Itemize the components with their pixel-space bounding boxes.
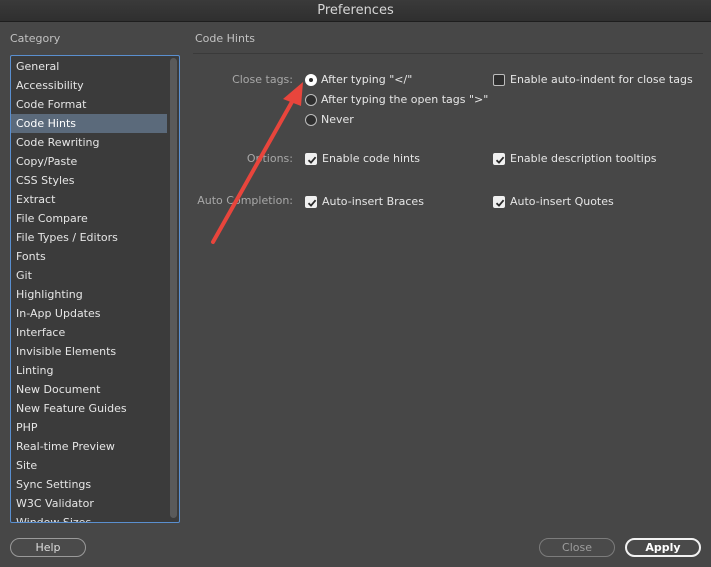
category-item-accessibility[interactable]: Accessibility — [11, 76, 167, 95]
category-heading: Category — [10, 32, 61, 45]
category-item-w3c-validator[interactable]: W3C Validator — [11, 494, 167, 513]
window-title: Preferences — [0, 0, 711, 22]
radio-label: After typing the open tags ">" — [321, 93, 489, 106]
category-item-file-types-editors[interactable]: File Types / Editors — [11, 228, 167, 247]
auto-indent-checkbox[interactable]: Enable auto-indent for close tags — [493, 73, 693, 86]
close-tags-label: Close tags: — [232, 73, 293, 86]
checkbox-label: Auto-insert Quotes — [510, 195, 614, 208]
radio-after-typing-open[interactable]: After typing the open tags ">" — [305, 93, 488, 106]
category-item-git[interactable]: Git — [11, 266, 167, 285]
checkbox-label: Auto-insert Braces — [322, 195, 424, 208]
category-item-invisible-elements[interactable]: Invisible Elements — [11, 342, 167, 361]
category-item-highlighting[interactable]: Highlighting — [11, 285, 167, 304]
category-item-site[interactable]: Site — [11, 456, 167, 475]
help-button[interactable]: Help — [10, 538, 86, 557]
auto-completion-label: Auto Completion: — [197, 194, 293, 207]
checkmark-icon[interactable] — [305, 152, 317, 165]
category-item-extract[interactable]: Extract — [11, 190, 167, 209]
category-item-new-feature-guides[interactable]: New Feature Guides — [11, 399, 167, 418]
radio-button[interactable] — [305, 113, 317, 126]
category-item-fonts[interactable]: Fonts — [11, 247, 167, 266]
description-tooltips-checkbox[interactable]: Enable description tooltips — [493, 152, 657, 165]
category-item-interface[interactable]: Interface — [11, 323, 167, 342]
radio-button[interactable] — [305, 93, 317, 106]
checkbox-label: Enable code hints — [322, 152, 421, 165]
category-scrollbar[interactable] — [170, 58, 177, 518]
radio-label: Never — [321, 113, 354, 126]
category-list[interactable]: General Accessibility Code Format Code H… — [10, 55, 180, 523]
checkmark-icon[interactable] — [493, 195, 505, 208]
category-item-real-time-preview[interactable]: Real-time Preview — [11, 437, 167, 456]
category-item-window-sizes[interactable]: Window Sizes — [11, 513, 167, 522]
options-label: Options: — [246, 152, 293, 165]
radio-label: After typing "</" — [321, 73, 413, 86]
header-divider — [193, 53, 703, 54]
category-item-general[interactable]: General — [11, 57, 167, 76]
category-item-sync-settings[interactable]: Sync Settings — [11, 475, 167, 494]
category-item-css-styles[interactable]: CSS Styles — [11, 171, 167, 190]
category-item-copy-paste[interactable]: Copy/Paste — [11, 152, 167, 171]
close-button[interactable]: Close — [539, 538, 615, 557]
category-item-in-app-updates[interactable]: In-App Updates — [11, 304, 167, 323]
category-item-new-document[interactable]: New Document — [11, 380, 167, 399]
category-item-php[interactable]: PHP — [11, 418, 167, 437]
section-heading: Code Hints — [195, 32, 256, 45]
category-item-linting[interactable]: Linting — [11, 361, 167, 380]
radio-never[interactable]: Never — [305, 113, 354, 126]
radio-after-typing-close[interactable]: After typing "</" — [305, 73, 412, 86]
radio-button-selected[interactable] — [305, 73, 317, 86]
category-item-code-rewriting[interactable]: Code Rewriting — [11, 133, 167, 152]
checkbox-label: Enable auto-indent for close tags — [510, 73, 693, 86]
auto-insert-quotes-checkbox[interactable]: Auto-insert Quotes — [493, 195, 614, 208]
category-item-code-hints[interactable]: Code Hints — [11, 114, 167, 133]
checkbox-label: Enable description tooltips — [510, 152, 657, 165]
apply-button[interactable]: Apply — [625, 538, 701, 557]
checkmark-icon[interactable] — [305, 195, 317, 208]
checkmark-icon[interactable] — [493, 152, 505, 165]
category-item-file-compare[interactable]: File Compare — [11, 209, 167, 228]
checkbox-unchecked[interactable] — [493, 73, 505, 86]
code-hints-checkbox[interactable]: Enable code hints — [305, 152, 420, 165]
category-item-code-format[interactable]: Code Format — [11, 95, 167, 114]
auto-insert-braces-checkbox[interactable]: Auto-insert Braces — [305, 195, 424, 208]
